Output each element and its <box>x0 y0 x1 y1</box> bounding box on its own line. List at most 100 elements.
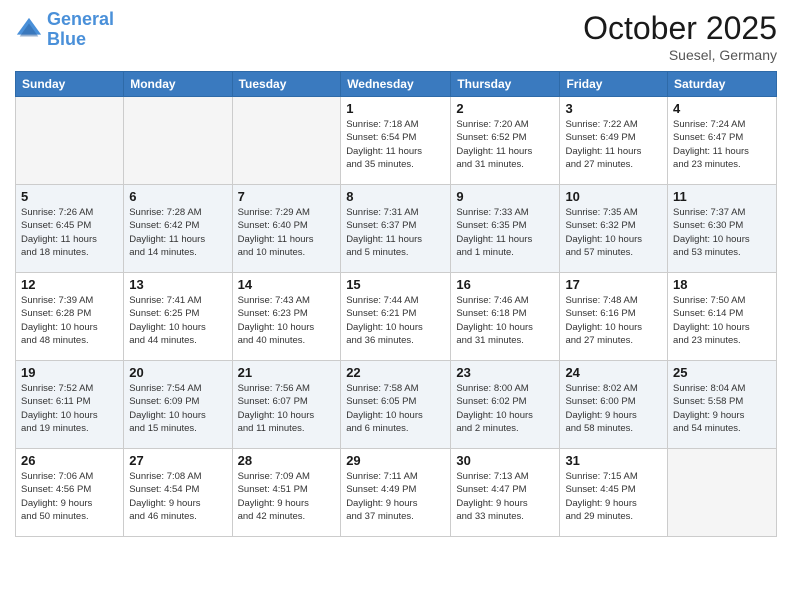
day-cell-1-3: 8 Sunrise: 7:31 AM Sunset: 6:37 PM Daylig… <box>341 185 451 273</box>
week-row-1: 5 Sunrise: 7:26 AM Sunset: 6:45 PM Daylig… <box>16 185 777 273</box>
day-info-3-2: Sunrise: 7:56 AM Sunset: 6:07 PM Dayligh… <box>238 382 336 435</box>
day-number-2-4: 16 <box>456 277 554 292</box>
day-cell-4-6 <box>668 449 777 537</box>
day-number-2-6: 18 <box>673 277 771 292</box>
week-row-2: 12 Sunrise: 7:39 AM Sunset: 6:28 PM Dayli… <box>16 273 777 361</box>
day-info-4-5: Sunrise: 7:15 AM Sunset: 4:45 PM Dayligh… <box>565 470 662 523</box>
day-cell-3-5: 24 Sunrise: 8:02 AM Sunset: 6:00 PM Dayli… <box>560 361 668 449</box>
day-info-4-2: Sunrise: 7:09 AM Sunset: 4:51 PM Dayligh… <box>238 470 336 523</box>
day-info-1-2: Sunrise: 7:29 AM Sunset: 6:40 PM Dayligh… <box>238 206 336 259</box>
day-cell-2-5: 17Sunrise: 7:48 AM Sunset: 6:16 PM Dayli… <box>560 273 668 361</box>
day-number-3-5: 24 <box>565 365 662 380</box>
day-number-2-2: 14 <box>238 277 336 292</box>
day-cell-2-6: 18Sunrise: 7:50 AM Sunset: 6:14 PM Dayli… <box>668 273 777 361</box>
header-friday: Friday <box>560 72 668 97</box>
header-thursday: Thursday <box>451 72 560 97</box>
day-info-2-0: Sunrise: 7:39 AM Sunset: 6:28 PM Dayligh… <box>21 294 118 347</box>
day-cell-1-4: 9Sunrise: 7:33 AM Sunset: 6:35 PM Daylig… <box>451 185 560 273</box>
day-cell-3-6: 25 Sunrise: 8:04 AM Sunset: 5:58 PM Dayli… <box>668 361 777 449</box>
day-cell-0-1 <box>124 97 232 185</box>
day-info-4-0: Sunrise: 7:06 AM Sunset: 4:56 PM Dayligh… <box>21 470 118 523</box>
title-block: October 2025 Suesel, Germany <box>583 10 777 63</box>
day-cell-0-4: 2 Sunrise: 7:20 AM Sunset: 6:52 PM Daylig… <box>451 97 560 185</box>
day-cell-3-4: 23 Sunrise: 8:00 AM Sunset: 6:02 PM Dayli… <box>451 361 560 449</box>
day-info-3-4: Sunrise: 8:00 AM Sunset: 6:02 PM Dayligh… <box>456 382 554 435</box>
day-cell-4-3: 29Sunrise: 7:11 AM Sunset: 4:49 PM Dayli… <box>341 449 451 537</box>
day-cell-4-2: 28Sunrise: 7:09 AM Sunset: 4:51 PM Dayli… <box>232 449 341 537</box>
day-number-1-0: 5 <box>21 189 118 204</box>
day-info-1-3: Sunrise: 7:31 AM Sunset: 6:37 PM Dayligh… <box>346 206 445 259</box>
day-info-1-6: Sunrise: 7:37 AM Sunset: 6:30 PM Dayligh… <box>673 206 771 259</box>
day-number-3-6: 25 <box>673 365 771 380</box>
day-info-3-6: Sunrise: 8:04 AM Sunset: 5:58 PM Dayligh… <box>673 382 771 435</box>
day-number-0-3: 1 <box>346 101 445 116</box>
header-saturday: Saturday <box>668 72 777 97</box>
header-monday: Monday <box>124 72 232 97</box>
calendar-header-row: Sunday Monday Tuesday Wednesday Thursday… <box>16 72 777 97</box>
day-number-4-4: 30 <box>456 453 554 468</box>
day-cell-2-3: 15Sunrise: 7:44 AM Sunset: 6:21 PM Dayli… <box>341 273 451 361</box>
day-cell-1-0: 5 Sunrise: 7:26 AM Sunset: 6:45 PM Daylig… <box>16 185 124 273</box>
day-info-1-0: Sunrise: 7:26 AM Sunset: 6:45 PM Dayligh… <box>21 206 118 259</box>
day-number-3-3: 22 <box>346 365 445 380</box>
day-number-4-0: 26 <box>21 453 118 468</box>
day-number-1-3: 8 <box>346 189 445 204</box>
day-cell-2-2: 14Sunrise: 7:43 AM Sunset: 6:23 PM Dayli… <box>232 273 341 361</box>
day-number-1-5: 10 <box>565 189 662 204</box>
day-number-0-4: 2 <box>456 101 554 116</box>
day-cell-4-4: 30 Sunrise: 7:13 AM Sunset: 4:47 PM Dayli… <box>451 449 560 537</box>
day-info-3-0: Sunrise: 7:52 AM Sunset: 6:11 PM Dayligh… <box>21 382 118 435</box>
page: General Blue October 2025 Suesel, German… <box>0 0 792 612</box>
logo-line1: General <box>47 9 114 29</box>
day-info-4-3: Sunrise: 7:11 AM Sunset: 4:49 PM Dayligh… <box>346 470 445 523</box>
day-info-0-4: Sunrise: 7:20 AM Sunset: 6:52 PM Dayligh… <box>456 118 554 171</box>
day-info-2-1: Sunrise: 7:41 AM Sunset: 6:25 PM Dayligh… <box>129 294 226 347</box>
day-number-4-1: 27 <box>129 453 226 468</box>
day-number-3-4: 23 <box>456 365 554 380</box>
day-cell-1-6: 11 Sunrise: 7:37 AM Sunset: 6:30 PM Dayli… <box>668 185 777 273</box>
header: General Blue October 2025 Suesel, German… <box>15 10 777 63</box>
day-info-3-3: Sunrise: 7:58 AM Sunset: 6:05 PM Dayligh… <box>346 382 445 435</box>
day-info-0-6: Sunrise: 7:24 AM Sunset: 6:47 PM Dayligh… <box>673 118 771 171</box>
day-info-2-3: Sunrise: 7:44 AM Sunset: 6:21 PM Dayligh… <box>346 294 445 347</box>
day-cell-3-2: 21 Sunrise: 7:56 AM Sunset: 6:07 PM Dayli… <box>232 361 341 449</box>
day-cell-0-3: 1 Sunrise: 7:18 AM Sunset: 6:54 PM Daylig… <box>341 97 451 185</box>
day-number-1-1: 6 <box>129 189 226 204</box>
month-title: October 2025 <box>583 10 777 47</box>
day-number-0-5: 3 <box>565 101 662 116</box>
calendar: Sunday Monday Tuesday Wednesday Thursday… <box>15 71 777 537</box>
day-cell-2-0: 12 Sunrise: 7:39 AM Sunset: 6:28 PM Dayli… <box>16 273 124 361</box>
day-cell-1-1: 6 Sunrise: 7:28 AM Sunset: 6:42 PM Daylig… <box>124 185 232 273</box>
day-info-0-3: Sunrise: 7:18 AM Sunset: 6:54 PM Dayligh… <box>346 118 445 171</box>
day-cell-0-2 <box>232 97 341 185</box>
day-info-3-5: Sunrise: 8:02 AM Sunset: 6:00 PM Dayligh… <box>565 382 662 435</box>
logo-line2: Blue <box>47 29 86 49</box>
header-sunday: Sunday <box>16 72 124 97</box>
day-info-4-4: Sunrise: 7:13 AM Sunset: 4:47 PM Dayligh… <box>456 470 554 523</box>
day-cell-2-1: 13 Sunrise: 7:41 AM Sunset: 6:25 PM Dayli… <box>124 273 232 361</box>
day-cell-4-5: 31Sunrise: 7:15 AM Sunset: 4:45 PM Dayli… <box>560 449 668 537</box>
day-number-2-0: 12 <box>21 277 118 292</box>
day-number-2-1: 13 <box>129 277 226 292</box>
week-row-4: 26 Sunrise: 7:06 AM Sunset: 4:56 PM Dayli… <box>16 449 777 537</box>
logo: General Blue <box>15 10 114 50</box>
logo-text: General Blue <box>47 10 114 50</box>
day-info-1-5: Sunrise: 7:35 AM Sunset: 6:32 PM Dayligh… <box>565 206 662 259</box>
day-cell-0-6: 4 Sunrise: 7:24 AM Sunset: 6:47 PM Daylig… <box>668 97 777 185</box>
logo-icon <box>15 16 43 44</box>
day-cell-0-5: 3 Sunrise: 7:22 AM Sunset: 6:49 PM Daylig… <box>560 97 668 185</box>
day-number-3-0: 19 <box>21 365 118 380</box>
day-info-4-1: Sunrise: 7:08 AM Sunset: 4:54 PM Dayligh… <box>129 470 226 523</box>
day-cell-1-5: 10 Sunrise: 7:35 AM Sunset: 6:32 PM Dayli… <box>560 185 668 273</box>
day-number-0-6: 4 <box>673 101 771 116</box>
day-number-3-2: 21 <box>238 365 336 380</box>
day-info-3-1: Sunrise: 7:54 AM Sunset: 6:09 PM Dayligh… <box>129 382 226 435</box>
day-info-0-5: Sunrise: 7:22 AM Sunset: 6:49 PM Dayligh… <box>565 118 662 171</box>
day-cell-4-1: 27 Sunrise: 7:08 AM Sunset: 4:54 PM Dayli… <box>124 449 232 537</box>
location: Suesel, Germany <box>583 47 777 63</box>
day-number-1-6: 11 <box>673 189 771 204</box>
header-tuesday: Tuesday <box>232 72 341 97</box>
day-cell-3-3: 22 Sunrise: 7:58 AM Sunset: 6:05 PM Dayli… <box>341 361 451 449</box>
day-info-1-1: Sunrise: 7:28 AM Sunset: 6:42 PM Dayligh… <box>129 206 226 259</box>
week-row-0: 1 Sunrise: 7:18 AM Sunset: 6:54 PM Daylig… <box>16 97 777 185</box>
